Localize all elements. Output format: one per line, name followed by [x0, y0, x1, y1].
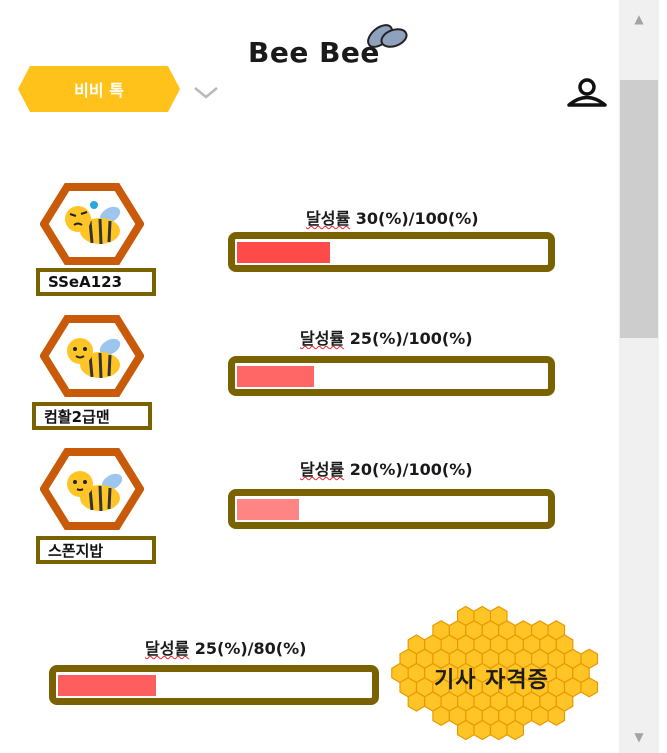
user-name: 컴활2급맨 — [44, 407, 110, 426]
progress-fill — [237, 499, 299, 520]
summary-progress-fill — [58, 675, 156, 696]
rate-value: 30(%)/100(%) — [350, 209, 479, 228]
user-name-box: 스폰지밥 — [36, 536, 156, 564]
bee-wings-icon — [367, 24, 408, 48]
user-name-box: 컴활2급맨 — [32, 402, 152, 430]
rate-prefix: 달성률 — [145, 639, 190, 658]
progress-fill — [237, 242, 330, 263]
rate-value: 25(%)/80(%) — [189, 639, 307, 658]
rate-prefix: 달성률 — [300, 329, 345, 348]
summary-progress-bar — [49, 665, 379, 705]
bee-avatar-icon — [40, 448, 144, 530]
summary-rate-label: 달성률 25(%)/80(%) — [145, 635, 306, 659]
rate-prefix: 달성률 — [300, 460, 345, 479]
vertical-scrollbar[interactable]: ▲ ▼ — [619, 0, 659, 753]
scrollbar-thumb[interactable] — [620, 80, 658, 338]
app-logo-text: Bee Bee — [248, 36, 380, 69]
rate-prefix: 달성률 — [306, 209, 351, 228]
bibi-talk-label: 비비 톡 — [74, 81, 124, 100]
user-icon[interactable] — [566, 78, 608, 108]
scroll-down-arrow-icon[interactable]: ▼ — [619, 722, 659, 752]
rate-value: 25(%)/100(%) — [344, 329, 473, 348]
bee-avatar-icon — [40, 183, 144, 265]
scroll-up-arrow-icon[interactable]: ▲ — [619, 4, 659, 34]
progress-bar — [228, 356, 555, 396]
bibi-talk-tab[interactable]: 비비 톡 — [18, 66, 180, 112]
chevron-down-icon[interactable] — [193, 86, 219, 100]
user-name: SSeA123 — [48, 273, 123, 291]
certificate-label[interactable]: 기사 자격증 — [434, 662, 549, 694]
user-name-box: SSeA123 — [36, 268, 156, 296]
rate-value: 20(%)/100(%) — [344, 460, 473, 479]
user-name: 스폰지밥 — [48, 541, 104, 560]
achievement-rate-label: 달성률 30(%)/100(%) — [306, 205, 479, 229]
achievement-rate-label: 달성률 25(%)/100(%) — [300, 325, 473, 349]
achievement-rate-label: 달성률 20(%)/100(%) — [300, 456, 473, 480]
progress-bar — [228, 232, 555, 272]
progress-fill — [237, 366, 314, 387]
progress-bar — [228, 489, 555, 529]
bee-avatar-icon — [40, 315, 144, 397]
